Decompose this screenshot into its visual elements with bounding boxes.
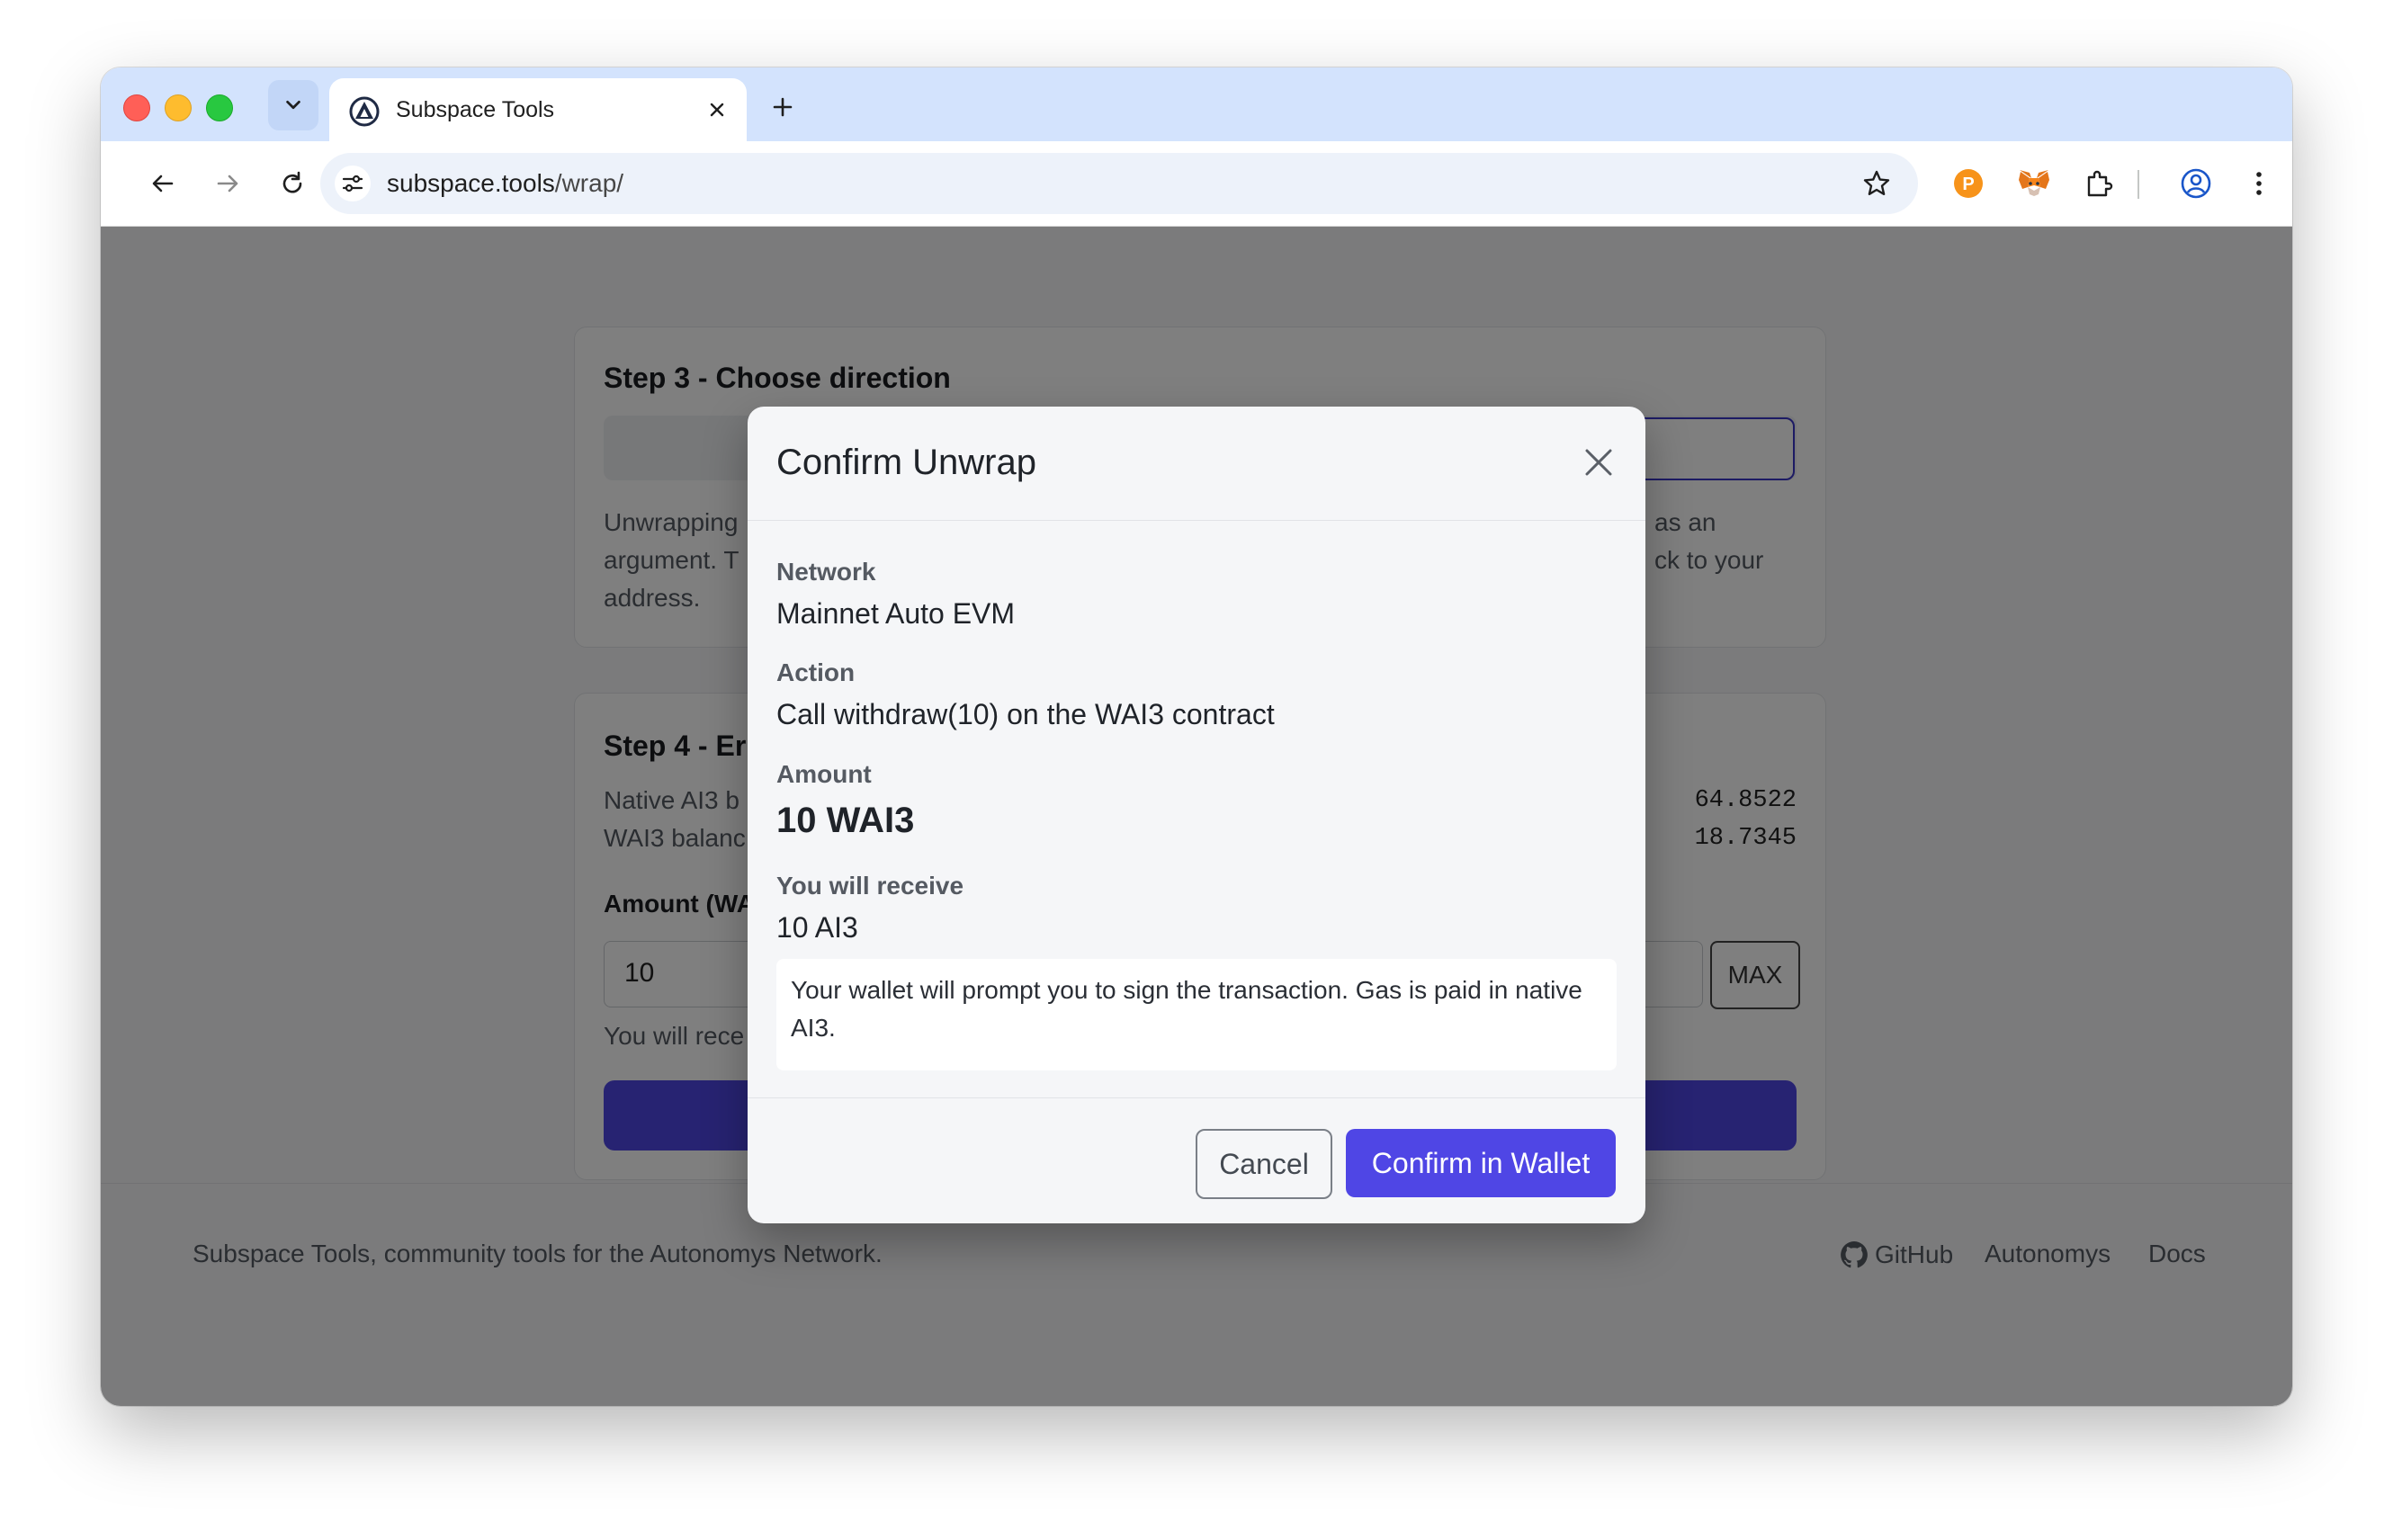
confirm-unwrap-dialog: Confirm Unwrap Network Mainnet Auto EVM … bbox=[748, 407, 1645, 1223]
dialog-title: Confirm Unwrap bbox=[776, 443, 1036, 482]
confirm-in-wallet-button[interactable]: Confirm in Wallet bbox=[1346, 1129, 1616, 1197]
network-value: Mainnet Auto EVM bbox=[776, 597, 1016, 630]
amount-field-value: 10 WAI3 bbox=[776, 801, 915, 840]
address-bar[interactable]: subspace.tools/wrap/ bbox=[320, 153, 1918, 214]
tab-title: Subspace Tools bbox=[396, 97, 555, 122]
extensions-button[interactable] bbox=[2078, 163, 2120, 204]
cancel-button[interactable]: Cancel bbox=[1196, 1129, 1332, 1199]
close-icon bbox=[710, 103, 724, 117]
maximize-window-button[interactable] bbox=[206, 94, 233, 121]
dialog-header-divider bbox=[748, 520, 1645, 521]
metamask-extension-button[interactable] bbox=[2013, 163, 2055, 204]
chevron-down-icon bbox=[286, 100, 300, 110]
wallet-notice: Your wallet will prompt you to sign the … bbox=[776, 959, 1617, 1070]
metamask-icon bbox=[2019, 170, 2049, 196]
star-icon bbox=[1863, 170, 1890, 195]
browser-menu-button[interactable] bbox=[2238, 163, 2280, 204]
forward-button[interactable] bbox=[208, 164, 247, 203]
close-icon bbox=[1585, 449, 1612, 476]
action-label: Action bbox=[776, 658, 856, 686]
minimize-window-button[interactable] bbox=[165, 94, 192, 121]
bitcoin-extension-button[interactable]: P bbox=[1948, 163, 1989, 204]
reload-icon bbox=[282, 171, 302, 193]
receive-value: 10 AI3 bbox=[776, 911, 858, 944]
url-host: subspace.tools bbox=[387, 169, 555, 197]
receive-label: You will receive bbox=[776, 872, 964, 900]
svg-text:P: P bbox=[1962, 175, 1974, 194]
browser-window: Subspace Tools subspace.tools/wrap/ P Co… bbox=[101, 67, 2292, 1406]
profile-button[interactable] bbox=[2175, 163, 2217, 204]
url-text[interactable]: subspace.tools/wrap/ bbox=[387, 169, 623, 198]
browser-toolbar: subspace.tools/wrap/ P bbox=[101, 141, 2292, 227]
tab-subspace-tools[interactable]: Subspace Tools bbox=[329, 78, 747, 141]
bitcoin-extension-icon: P bbox=[1954, 169, 1983, 198]
url-path: /wrap/ bbox=[554, 169, 624, 197]
wallet-notice-text: Your wallet will prompt you to sign the … bbox=[791, 976, 1582, 1042]
bookmark-button[interactable] bbox=[1860, 167, 1893, 200]
subspace-logo-icon bbox=[349, 96, 380, 127]
toolbar-divider bbox=[2138, 170, 2139, 199]
new-tab-button[interactable] bbox=[765, 89, 801, 125]
back-button[interactable] bbox=[143, 164, 183, 203]
tune-icon bbox=[342, 175, 363, 192]
tab-search-button[interactable] bbox=[268, 80, 318, 130]
kebab-menu-icon bbox=[2256, 172, 2262, 195]
network-label: Network bbox=[776, 558, 876, 586]
amount-field-label: Amount bbox=[776, 760, 872, 788]
back-icon bbox=[152, 175, 174, 192]
tab-strip: Subspace Tools bbox=[101, 67, 2292, 141]
dialog-footer-divider bbox=[748, 1097, 1645, 1098]
profile-icon bbox=[2181, 168, 2211, 199]
plus-icon bbox=[773, 97, 793, 117]
close-window-button[interactable] bbox=[123, 94, 150, 121]
reload-button[interactable] bbox=[273, 164, 312, 203]
tab-close-button[interactable] bbox=[704, 96, 730, 123]
dialog-close-button[interactable] bbox=[1579, 443, 1618, 482]
puzzle-icon bbox=[2087, 170, 2113, 197]
site-info-button[interactable] bbox=[335, 166, 371, 201]
forward-icon bbox=[217, 175, 238, 192]
action-value: Call withdraw(10) on the WAI3 contract bbox=[776, 698, 1275, 730]
